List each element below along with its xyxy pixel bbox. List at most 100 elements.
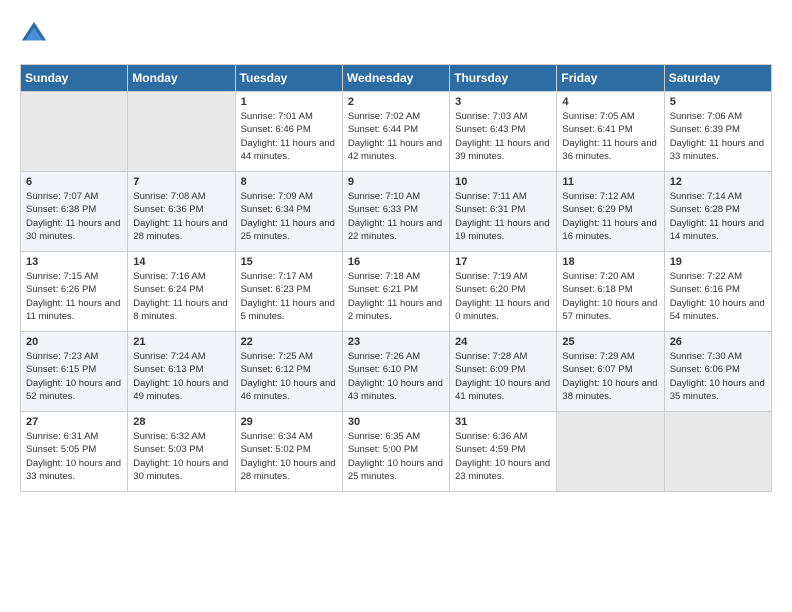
day-info: Sunrise: 7:14 AM Sunset: 6:28 PM Dayligh… bbox=[670, 190, 766, 243]
sunset-text: Sunset: 4:59 PM bbox=[455, 443, 551, 456]
sunset-text: Sunset: 6:09 PM bbox=[455, 363, 551, 376]
day-number: 24 bbox=[455, 336, 551, 348]
day-number: 23 bbox=[348, 336, 444, 348]
sunset-text: Sunset: 6:33 PM bbox=[348, 203, 444, 216]
daylight-text: Daylight: 11 hours and 14 minutes. bbox=[670, 217, 766, 244]
calendar-week-row: 13 Sunrise: 7:15 AM Sunset: 6:26 PM Dayl… bbox=[21, 252, 772, 332]
daylight-text: Daylight: 11 hours and 25 minutes. bbox=[241, 217, 337, 244]
calendar-cell: 31 Sunrise: 6:36 AM Sunset: 4:59 PM Dayl… bbox=[450, 412, 557, 492]
sunset-text: Sunset: 6:12 PM bbox=[241, 363, 337, 376]
day-number: 12 bbox=[670, 176, 766, 188]
sunset-text: Sunset: 6:20 PM bbox=[455, 283, 551, 296]
calendar-header-row: SundayMondayTuesdayWednesdayThursdayFrid… bbox=[21, 65, 772, 92]
calendar-week-row: 6 Sunrise: 7:07 AM Sunset: 6:38 PM Dayli… bbox=[21, 172, 772, 252]
calendar-cell: 12 Sunrise: 7:14 AM Sunset: 6:28 PM Dayl… bbox=[664, 172, 771, 252]
daylight-text: Daylight: 11 hours and 5 minutes. bbox=[241, 297, 337, 324]
day-info: Sunrise: 7:29 AM Sunset: 6:07 PM Dayligh… bbox=[562, 350, 658, 403]
day-info: Sunrise: 7:11 AM Sunset: 6:31 PM Dayligh… bbox=[455, 190, 551, 243]
calendar-cell: 27 Sunrise: 6:31 AM Sunset: 5:05 PM Dayl… bbox=[21, 412, 128, 492]
day-header: Tuesday bbox=[235, 65, 342, 92]
daylight-text: Daylight: 11 hours and 44 minutes. bbox=[241, 137, 337, 164]
daylight-text: Daylight: 11 hours and 2 minutes. bbox=[348, 297, 444, 324]
sunset-text: Sunset: 5:00 PM bbox=[348, 443, 444, 456]
calendar-cell: 8 Sunrise: 7:09 AM Sunset: 6:34 PM Dayli… bbox=[235, 172, 342, 252]
sunset-text: Sunset: 6:44 PM bbox=[348, 123, 444, 136]
sunset-text: Sunset: 6:38 PM bbox=[26, 203, 122, 216]
calendar-cell: 29 Sunrise: 6:34 AM Sunset: 5:02 PM Dayl… bbox=[235, 412, 342, 492]
day-info: Sunrise: 7:12 AM Sunset: 6:29 PM Dayligh… bbox=[562, 190, 658, 243]
day-info: Sunrise: 7:22 AM Sunset: 6:16 PM Dayligh… bbox=[670, 270, 766, 323]
sunrise-text: Sunrise: 7:18 AM bbox=[348, 270, 444, 283]
sunrise-text: Sunrise: 6:31 AM bbox=[26, 430, 122, 443]
sunrise-text: Sunrise: 7:01 AM bbox=[241, 110, 337, 123]
sunset-text: Sunset: 6:15 PM bbox=[26, 363, 122, 376]
daylight-text: Daylight: 10 hours and 43 minutes. bbox=[348, 377, 444, 404]
daylight-text: Daylight: 10 hours and 25 minutes. bbox=[348, 457, 444, 484]
daylight-text: Daylight: 10 hours and 41 minutes. bbox=[455, 377, 551, 404]
day-number: 11 bbox=[562, 176, 658, 188]
sunrise-text: Sunrise: 7:17 AM bbox=[241, 270, 337, 283]
day-info: Sunrise: 7:02 AM Sunset: 6:44 PM Dayligh… bbox=[348, 110, 444, 163]
calendar-cell: 28 Sunrise: 6:32 AM Sunset: 5:03 PM Dayl… bbox=[128, 412, 235, 492]
day-info: Sunrise: 7:09 AM Sunset: 6:34 PM Dayligh… bbox=[241, 190, 337, 243]
day-number: 6 bbox=[26, 176, 122, 188]
sunrise-text: Sunrise: 7:28 AM bbox=[455, 350, 551, 363]
day-info: Sunrise: 7:25 AM Sunset: 6:12 PM Dayligh… bbox=[241, 350, 337, 403]
sunset-text: Sunset: 6:07 PM bbox=[562, 363, 658, 376]
calendar-cell: 15 Sunrise: 7:17 AM Sunset: 6:23 PM Dayl… bbox=[235, 252, 342, 332]
calendar-cell: 9 Sunrise: 7:10 AM Sunset: 6:33 PM Dayli… bbox=[342, 172, 449, 252]
sunrise-text: Sunrise: 7:10 AM bbox=[348, 190, 444, 203]
daylight-text: Daylight: 11 hours and 16 minutes. bbox=[562, 217, 658, 244]
daylight-text: Daylight: 11 hours and 11 minutes. bbox=[26, 297, 122, 324]
daylight-text: Daylight: 10 hours and 30 minutes. bbox=[133, 457, 229, 484]
daylight-text: Daylight: 10 hours and 52 minutes. bbox=[26, 377, 122, 404]
day-number: 8 bbox=[241, 176, 337, 188]
day-number: 1 bbox=[241, 96, 337, 108]
day-header: Wednesday bbox=[342, 65, 449, 92]
sunrise-text: Sunrise: 7:20 AM bbox=[562, 270, 658, 283]
day-number: 27 bbox=[26, 416, 122, 428]
daylight-text: Daylight: 10 hours and 28 minutes. bbox=[241, 457, 337, 484]
calendar-cell: 1 Sunrise: 7:01 AM Sunset: 6:46 PM Dayli… bbox=[235, 92, 342, 172]
daylight-text: Daylight: 11 hours and 19 minutes. bbox=[455, 217, 551, 244]
day-header: Sunday bbox=[21, 65, 128, 92]
day-info: Sunrise: 7:15 AM Sunset: 6:26 PM Dayligh… bbox=[26, 270, 122, 323]
sunrise-text: Sunrise: 7:22 AM bbox=[670, 270, 766, 283]
daylight-text: Daylight: 11 hours and 39 minutes. bbox=[455, 137, 551, 164]
daylight-text: Daylight: 11 hours and 36 minutes. bbox=[562, 137, 658, 164]
daylight-text: Daylight: 11 hours and 28 minutes. bbox=[133, 217, 229, 244]
calendar-cell bbox=[557, 412, 664, 492]
calendar-cell: 5 Sunrise: 7:06 AM Sunset: 6:39 PM Dayli… bbox=[664, 92, 771, 172]
day-info: Sunrise: 7:08 AM Sunset: 6:36 PM Dayligh… bbox=[133, 190, 229, 243]
day-number: 20 bbox=[26, 336, 122, 348]
day-info: Sunrise: 7:28 AM Sunset: 6:09 PM Dayligh… bbox=[455, 350, 551, 403]
day-number: 25 bbox=[562, 336, 658, 348]
daylight-text: Daylight: 11 hours and 0 minutes. bbox=[455, 297, 551, 324]
day-info: Sunrise: 7:05 AM Sunset: 6:41 PM Dayligh… bbox=[562, 110, 658, 163]
day-number: 31 bbox=[455, 416, 551, 428]
logo-icon bbox=[20, 20, 48, 48]
day-info: Sunrise: 7:06 AM Sunset: 6:39 PM Dayligh… bbox=[670, 110, 766, 163]
daylight-text: Daylight: 11 hours and 33 minutes. bbox=[670, 137, 766, 164]
daylight-text: Daylight: 10 hours and 46 minutes. bbox=[241, 377, 337, 404]
calendar-cell: 24 Sunrise: 7:28 AM Sunset: 6:09 PM Dayl… bbox=[450, 332, 557, 412]
sunset-text: Sunset: 6:28 PM bbox=[670, 203, 766, 216]
day-info: Sunrise: 7:16 AM Sunset: 6:24 PM Dayligh… bbox=[133, 270, 229, 323]
daylight-text: Daylight: 10 hours and 35 minutes. bbox=[670, 377, 766, 404]
sunset-text: Sunset: 6:26 PM bbox=[26, 283, 122, 296]
day-number: 9 bbox=[348, 176, 444, 188]
day-number: 13 bbox=[26, 256, 122, 268]
sunrise-text: Sunrise: 7:12 AM bbox=[562, 190, 658, 203]
sunrise-text: Sunrise: 6:34 AM bbox=[241, 430, 337, 443]
day-info: Sunrise: 7:19 AM Sunset: 6:20 PM Dayligh… bbox=[455, 270, 551, 323]
day-number: 3 bbox=[455, 96, 551, 108]
calendar-cell: 26 Sunrise: 7:30 AM Sunset: 6:06 PM Dayl… bbox=[664, 332, 771, 412]
sunrise-text: Sunrise: 7:06 AM bbox=[670, 110, 766, 123]
day-number: 26 bbox=[670, 336, 766, 348]
calendar-table: SundayMondayTuesdayWednesdayThursdayFrid… bbox=[20, 64, 772, 492]
daylight-text: Daylight: 10 hours and 38 minutes. bbox=[562, 377, 658, 404]
day-info: Sunrise: 7:17 AM Sunset: 6:23 PM Dayligh… bbox=[241, 270, 337, 323]
day-info: Sunrise: 6:34 AM Sunset: 5:02 PM Dayligh… bbox=[241, 430, 337, 483]
day-info: Sunrise: 7:20 AM Sunset: 6:18 PM Dayligh… bbox=[562, 270, 658, 323]
sunset-text: Sunset: 6:06 PM bbox=[670, 363, 766, 376]
